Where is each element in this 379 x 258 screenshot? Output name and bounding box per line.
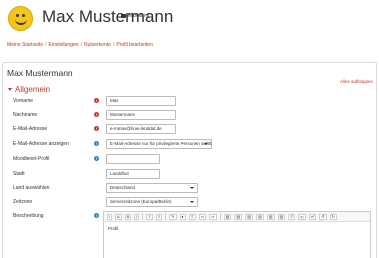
description-editor[interactable]: i A B I ≡ ≡ ✎ ♦ ⇧ ⇦ ⇨ ▤ ▤ ▤ ▤ ▤ ▤ © x₂ x… xyxy=(103,211,371,258)
toolbar-divider xyxy=(142,213,144,220)
subscript-button[interactable]: x₂ xyxy=(298,213,306,220)
row-country: Land auswählen Deutschland xyxy=(0,183,379,195)
superscript-button[interactable]: x² xyxy=(308,213,317,220)
card-title: Max Mustermann xyxy=(7,68,73,78)
last-name-field[interactable]: Mustermann xyxy=(106,110,176,120)
draw-button[interactable]: ✎ xyxy=(169,213,177,220)
redo-button[interactable]: ↻ xyxy=(329,213,337,220)
indent-button[interactable]: ⇨ xyxy=(209,213,217,220)
insert-button[interactable]: ♦ xyxy=(179,213,186,220)
message-icon xyxy=(121,14,126,18)
last-name-label: Nachname xyxy=(13,112,38,118)
moodlenet-profile-field[interactable] xyxy=(106,154,160,164)
font-size-button[interactable]: A xyxy=(115,213,122,220)
italic-button[interactable]: I xyxy=(134,213,140,220)
breadcrumb-item-account[interactable]: Nutzerkonto xyxy=(84,42,111,48)
breadcrumb-item-settings[interactable]: Einstellungen xyxy=(49,42,79,48)
bullet-list-button[interactable]: ≡ xyxy=(146,213,153,220)
timezone-select[interactable]: Serverzeitzone (Europa/Berlin) xyxy=(106,197,198,207)
expand-all-link[interactable]: Alles aufklappen xyxy=(340,79,373,84)
upload-button[interactable]: ⇧ xyxy=(188,213,196,220)
row-first-name: Vorname ! Max xyxy=(0,96,379,108)
message-link[interactable]: Mitteilung xyxy=(121,13,149,19)
equation-button[interactable]: ▤ xyxy=(277,213,286,220)
section-general-label: Allgemein xyxy=(15,85,51,94)
row-last-name: Nachname ! Mustermann xyxy=(0,110,379,122)
country-select[interactable]: Deutschland xyxy=(106,183,198,193)
align-right-button[interactable]: ▤ xyxy=(245,213,253,220)
row-city: Stadt Landdhut xyxy=(0,169,379,181)
section-general[interactable]: Allgemein xyxy=(8,85,50,94)
email-display-select[interactable]: E-Mail-Adresse nur für privilegierte Per… xyxy=(106,139,212,149)
help-icon[interactable]: ? xyxy=(94,141,99,146)
help-icon[interactable]: ? xyxy=(94,213,99,218)
city-field[interactable]: Landdhut xyxy=(106,169,160,179)
toolbar-divider xyxy=(219,213,221,220)
description-label: Beschreibung xyxy=(13,213,44,219)
row-moodlenet-profile: Moodlenet-Profil ? xyxy=(0,154,379,166)
breadcrumb-item-home[interactable]: Meine Startseite xyxy=(7,42,43,48)
caret-down-icon xyxy=(8,88,12,91)
user-name: Max Mustermann xyxy=(42,7,174,26)
required-icon: ! xyxy=(94,98,99,103)
avatar[interactable] xyxy=(8,6,33,31)
row-timezone: Zeitzone Serverzeitzone (Europa/Berlin) xyxy=(0,197,379,209)
email-field[interactable]: e-mmax@how-landdat.de xyxy=(106,124,176,134)
align-center-button[interactable]: ▤ xyxy=(234,213,243,220)
table-button[interactable]: ▤ xyxy=(255,213,264,220)
align-left-button[interactable]: ▤ xyxy=(223,213,232,220)
breadcrumb-separator: / xyxy=(80,42,82,48)
first-name-field[interactable]: Max xyxy=(106,96,176,106)
required-icon: ! xyxy=(94,126,99,131)
breadcrumb-item-edit-profile[interactable]: Profil bearbeiten xyxy=(116,42,152,48)
required-icon: ! xyxy=(94,112,99,117)
breadcrumb-separator: / xyxy=(112,42,115,48)
editor-content[interactable]: Profil xyxy=(108,226,118,231)
email-label: E-Mail-Adresse xyxy=(13,126,48,132)
smiley-mouth xyxy=(15,19,27,25)
moodlenet-profile-label: Moodlenet-Profil xyxy=(13,156,50,162)
first-name-label: Vorname xyxy=(13,98,34,104)
timezone-label: Zeitzone xyxy=(13,199,33,205)
city-label: Stadt xyxy=(13,171,25,177)
toolbar-divider xyxy=(165,213,167,220)
breadcrumb: Meine Startseite / Einstellungen / Nutze… xyxy=(7,42,153,48)
copyright-button[interactable]: © xyxy=(288,213,296,220)
help-icon[interactable]: ? xyxy=(94,156,99,161)
row-email-display: E-Mail-Adresse anzeigen ? E-Mail-Adresse… xyxy=(0,139,379,151)
editor-toolbar: i A B I ≡ ≡ ✎ ♦ ⇧ ⇦ ⇨ ▤ ▤ ▤ ▤ ▤ ▤ © x₂ x… xyxy=(104,212,370,222)
media-button[interactable]: ▤ xyxy=(266,213,275,220)
country-label: Land auswählen xyxy=(13,185,50,191)
bold-button[interactable]: B xyxy=(124,213,132,220)
message-label: Mitteilung xyxy=(128,13,150,19)
info-button[interactable]: i xyxy=(107,213,112,220)
outdent-button[interactable]: ⇦ xyxy=(198,213,207,220)
numbered-list-button[interactable]: ≡ xyxy=(155,213,163,220)
email-display-label: E-Mail-Adresse anzeigen xyxy=(13,141,69,147)
breadcrumb-separator: / xyxy=(45,42,47,48)
undo-button[interactable]: ↺ xyxy=(319,213,327,220)
row-email: E-Mail-Adresse ! e-mmax@how-landdat.de xyxy=(0,124,379,136)
